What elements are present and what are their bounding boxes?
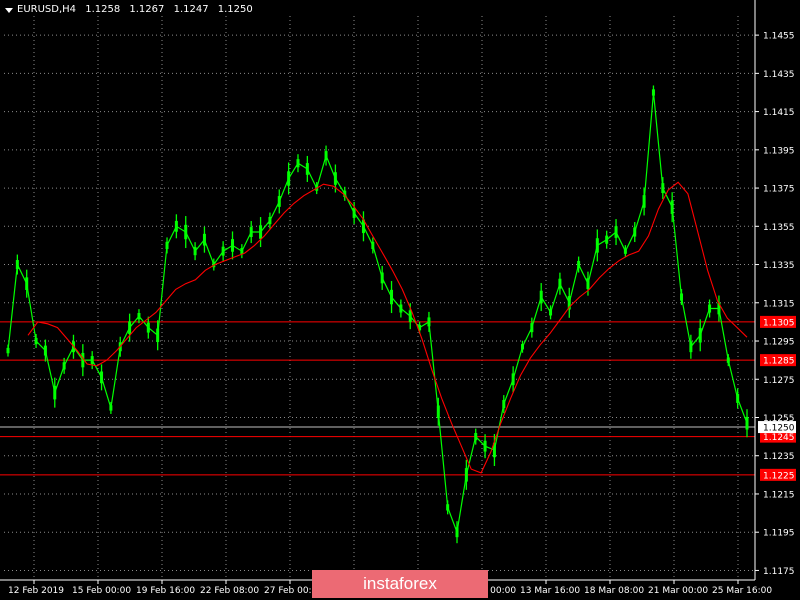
y-tick-label: 1.1455: [763, 32, 795, 42]
symbol-dropdown-icon[interactable]: [5, 8, 13, 13]
watermark-logo: instaforex: [312, 570, 488, 598]
open-price: 1.1258: [85, 4, 121, 15]
moving-average-line: [27, 181, 748, 474]
x-tick-label: 25 Mar 16:00: [712, 586, 772, 596]
low-price: 1.1247: [173, 4, 209, 15]
x-tick-label: 21 Mar 00:00: [648, 586, 708, 596]
y-tick-label: 1.1435: [763, 70, 795, 80]
x-tick-label: 19 Feb 16:00: [136, 586, 195, 596]
moving-average: [27, 181, 748, 474]
y-tick-label: 1.1275: [763, 376, 795, 386]
y-axis-labels: 1.1455 1.1435 1.1415 1.1395 1.1375 1.1355 1.13…: [763, 32, 795, 577]
symbol-label: EURUSD,H4: [17, 4, 77, 15]
y-tick-label: 1.1295: [763, 338, 795, 348]
x-tick-label: 22 Feb 08:00: [200, 586, 259, 596]
high-price: 1.1267: [129, 4, 165, 15]
level-tag-label: 1.1245: [763, 433, 795, 443]
x-tick-label: 13 Mar 16:00: [520, 586, 580, 596]
y-tick-label: 1.1195: [763, 529, 795, 539]
y-tick-label: 1.1215: [763, 490, 795, 500]
current-price-label: 1.1250: [763, 424, 795, 434]
axes: [0, 0, 759, 584]
level-tag-label: 1.1285: [763, 357, 795, 367]
level-tag-label: 1.1305: [763, 318, 795, 328]
y-tick-label: 1.1375: [763, 185, 795, 195]
y-tick-label: 1.1315: [763, 299, 795, 309]
support-resistance-lines: [0, 321, 755, 476]
close-price: 1.1250: [217, 4, 253, 15]
y-tick-label: 1.1395: [763, 146, 795, 156]
chart-header: EURUSD,H4 1.1258 1.1267 1.1247 1.1250: [17, 4, 259, 15]
price-chart[interactable]: 1.1455 1.1435 1.1415 1.1395 1.1375 1.1355 1.13…: [0, 0, 800, 600]
x-tick-label: 12 Feb 2019: [8, 586, 64, 596]
level-tag-label: 1.1225: [763, 471, 795, 481]
x-tick-label: 18 Mar 08:00: [584, 586, 644, 596]
y-tick-label: 1.1355: [763, 223, 795, 233]
x-tick-label: 15 Feb 00:00: [72, 586, 131, 596]
price-path: [7, 92, 748, 535]
y-tick-label: 1.1175: [763, 567, 795, 577]
grid: [4, 16, 755, 580]
y-tick-label: 1.1415: [763, 108, 795, 118]
y-tick-label: 1.1235: [763, 452, 795, 462]
y-tick-label: 1.1335: [763, 261, 795, 271]
